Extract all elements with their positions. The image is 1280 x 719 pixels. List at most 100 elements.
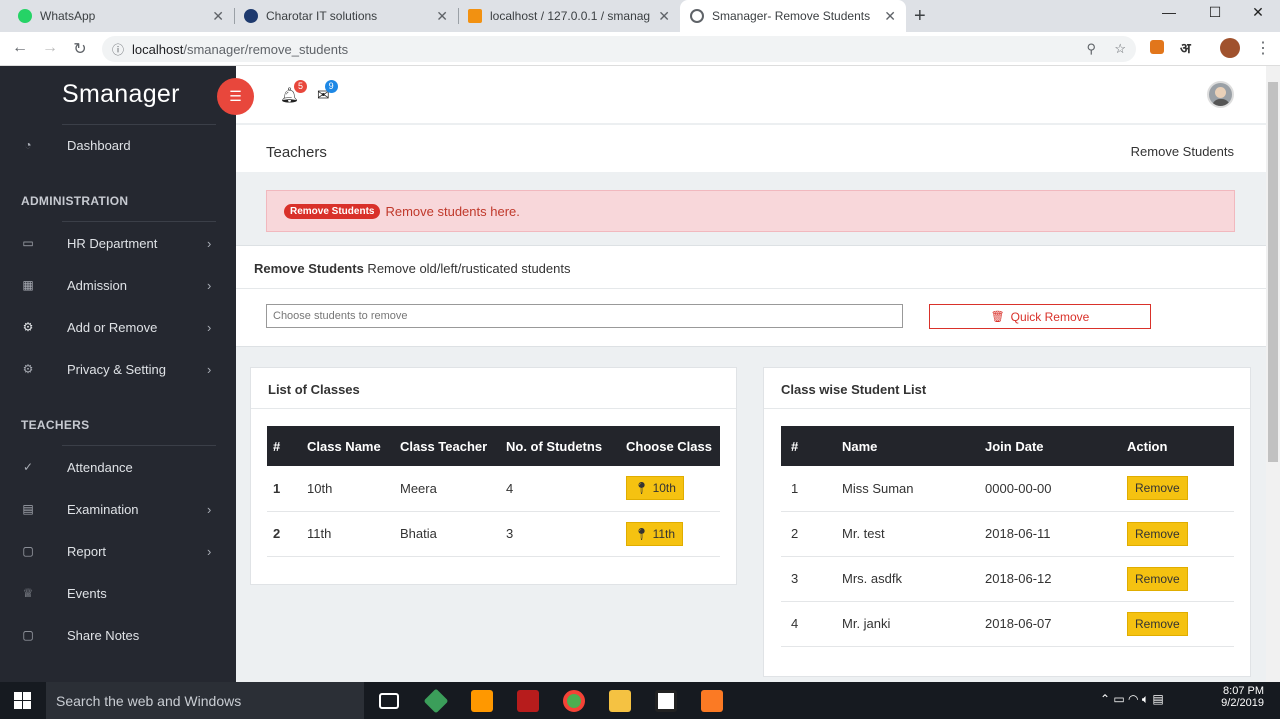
scrollbar-thumb[interactable] xyxy=(1268,82,1278,462)
chevron-right-icon: › xyxy=(207,319,212,335)
divider xyxy=(236,288,1266,289)
sublime-text-icon[interactable] xyxy=(471,690,493,712)
brand-logo[interactable]: Smanager xyxy=(62,80,180,109)
filezilla-icon[interactable] xyxy=(517,690,539,712)
close-window-button[interactable]: ✕ xyxy=(1238,4,1278,26)
file-explorer-icon[interactable] xyxy=(609,690,631,712)
breadcrumb[interactable]: Remove Students xyxy=(1131,144,1234,159)
sidebar-item-events[interactable]: ♕ Events xyxy=(0,578,236,608)
student-name: Mr. janki xyxy=(836,601,979,647)
close-tab-icon[interactable]: ✕ xyxy=(884,8,896,25)
sidebar-item-hr-department[interactable]: ▭ HR Department › xyxy=(0,228,236,258)
metamask-extension-icon[interactable] xyxy=(1150,40,1164,54)
remove-students-card: Remove Students Remove old/left/rusticat… xyxy=(236,245,1266,347)
sidebar-item-attendance[interactable]: ✓ Attendance xyxy=(0,452,236,482)
tab-remove-students[interactable]: Smanager- Remove Students ✕ xyxy=(680,0,906,32)
back-arrow-icon[interactable]: ← xyxy=(10,39,30,57)
maximize-button[interactable]: ☐ xyxy=(1195,4,1235,26)
page-title-bar: Teachers Remove Students xyxy=(236,127,1266,172)
map-marker-icon: 📍︎ xyxy=(634,526,650,541)
cogs-icon: ⚙ xyxy=(22,362,34,376)
messages-button[interactable]: ✉ 9 xyxy=(317,80,338,104)
sidebar-item-share-notes[interactable]: ▢ Share Notes xyxy=(0,620,236,650)
avatar-face xyxy=(1215,87,1226,98)
join-date: 2018-06-11 xyxy=(979,511,1121,557)
address-bar[interactable]: ⓘ localhost/smanager/remove_students ⚲ ☆ xyxy=(102,36,1136,62)
column-header: Class Teacher xyxy=(394,426,500,466)
sidebar-item-report[interactable]: ▢ Report › xyxy=(0,536,236,566)
notifications-button[interactable]: 🔔︎ 5 xyxy=(280,80,308,104)
zoom-icon[interactable]: ⚲ xyxy=(1086,41,1096,57)
join-date: 2018-06-07 xyxy=(979,601,1121,647)
divider xyxy=(62,445,216,446)
menu-toggle-button[interactable]: ☰ xyxy=(217,78,254,115)
divider xyxy=(764,408,1250,409)
close-tab-icon[interactable]: ✕ xyxy=(658,8,670,25)
class-name: 10th xyxy=(301,466,394,512)
page-scrollbar[interactable] xyxy=(1266,66,1280,682)
column-header: Action xyxy=(1121,426,1234,466)
bookmark-star-icon[interactable]: ☆ xyxy=(1114,41,1126,57)
row-number: 3 xyxy=(781,556,836,602)
remove-student-button[interactable]: Remove xyxy=(1127,566,1188,591)
chevron-right-icon: › xyxy=(207,361,212,377)
xampp-icon[interactable] xyxy=(701,690,723,712)
action-cell: Remove xyxy=(1121,466,1234,512)
sidebar-item-examination[interactable]: ▤ Examination › xyxy=(0,494,236,524)
remove-student-button[interactable]: Remove xyxy=(1127,476,1188,501)
git-app-icon[interactable] xyxy=(423,688,449,714)
tab-phpmyadmin[interactable]: localhost / 127.0.0.1 / smanager ✕ xyxy=(458,0,680,32)
class-teacher: Meera xyxy=(394,466,500,512)
choose-class-label: 10th xyxy=(652,481,676,496)
hamburger-icon: ☰ xyxy=(229,88,242,104)
system-tray-icons[interactable]: ⌃ ▭ ◠ 🔈︎ ▤ xyxy=(1100,692,1164,707)
chrome-icon[interactable] xyxy=(563,690,585,712)
quick-remove-button[interactable]: 🗑︎ Quick Remove xyxy=(929,304,1151,329)
column-header: # xyxy=(267,426,301,466)
cis-icon xyxy=(244,9,258,23)
profile-avatar[interactable] xyxy=(1220,38,1240,58)
classes-card: List of Classes # Class Name Class Teach… xyxy=(250,367,737,585)
check-icon: ✓ xyxy=(22,460,34,474)
user-avatar[interactable] xyxy=(1207,81,1234,108)
chevron-right-icon: › xyxy=(207,543,212,559)
card-title: Class wise Student List xyxy=(781,382,927,397)
tab-whatsapp[interactable]: WhatsApp ✕ xyxy=(8,0,234,32)
taskbar-search-box[interactable]: Search the web and Windows xyxy=(46,682,364,719)
sidebar: Smanager ◔ Dashboard ADMINISTRATION ▭ HR… xyxy=(0,66,236,682)
clock-date: 9/2/2019 xyxy=(1221,697,1264,709)
close-tab-icon[interactable]: ✕ xyxy=(436,8,448,25)
browser-menu-icon[interactable]: ⋮ xyxy=(1255,38,1271,58)
forward-arrow-icon[interactable]: → xyxy=(40,39,60,57)
table-icon: ▦ xyxy=(22,278,34,292)
choose-class-button[interactable]: 📍︎ 10th xyxy=(626,476,684,501)
column-header: Choose Class xyxy=(620,426,720,466)
close-tab-icon[interactable]: ✕ xyxy=(212,8,224,25)
section-heading-teachers: TEACHERS xyxy=(21,418,90,432)
reload-icon[interactable]: ↻ xyxy=(70,39,90,59)
student-select-input[interactable]: Choose students to remove xyxy=(266,304,903,328)
page-title: Teachers xyxy=(266,144,327,161)
clock[interactable]: 8:07 PM 9/2/2019 xyxy=(1218,685,1264,709)
tab-charotar[interactable]: Charotar IT solutions ✕ xyxy=(234,0,458,32)
divider xyxy=(62,221,216,222)
minimize-button[interactable]: — xyxy=(1149,4,1189,26)
remove-student-button[interactable]: Remove xyxy=(1127,611,1188,636)
hindi-extension-icon[interactable]: अ xyxy=(1180,39,1191,58)
card-icon: ▤ xyxy=(22,502,34,516)
remove-student-button[interactable]: Remove xyxy=(1127,521,1188,546)
sidebar-item-admission[interactable]: ▦ Admission › xyxy=(0,270,236,300)
sidebar-item-dashboard[interactable]: ◔ Dashboard xyxy=(0,130,236,160)
sidebar-item-add-or-remove[interactable]: ⚙ Add or Remove › xyxy=(0,312,236,342)
alert-badge: Remove Students xyxy=(284,203,381,219)
student-name: Mr. test xyxy=(836,511,979,557)
choose-class-button[interactable]: 📍︎ 11th xyxy=(626,521,684,546)
new-tab-button[interactable]: + xyxy=(914,5,926,28)
info-icon: ⓘ xyxy=(112,42,125,57)
sidebar-item-privacy-setting[interactable]: ⚙ Privacy & Setting › xyxy=(0,354,236,384)
class-teacher: Bhatia xyxy=(394,511,500,557)
task-view-icon[interactable] xyxy=(379,693,399,709)
trophy-icon: ♕ xyxy=(22,586,34,600)
photos-icon[interactable] xyxy=(655,690,677,712)
windows-start-icon[interactable] xyxy=(14,692,31,709)
